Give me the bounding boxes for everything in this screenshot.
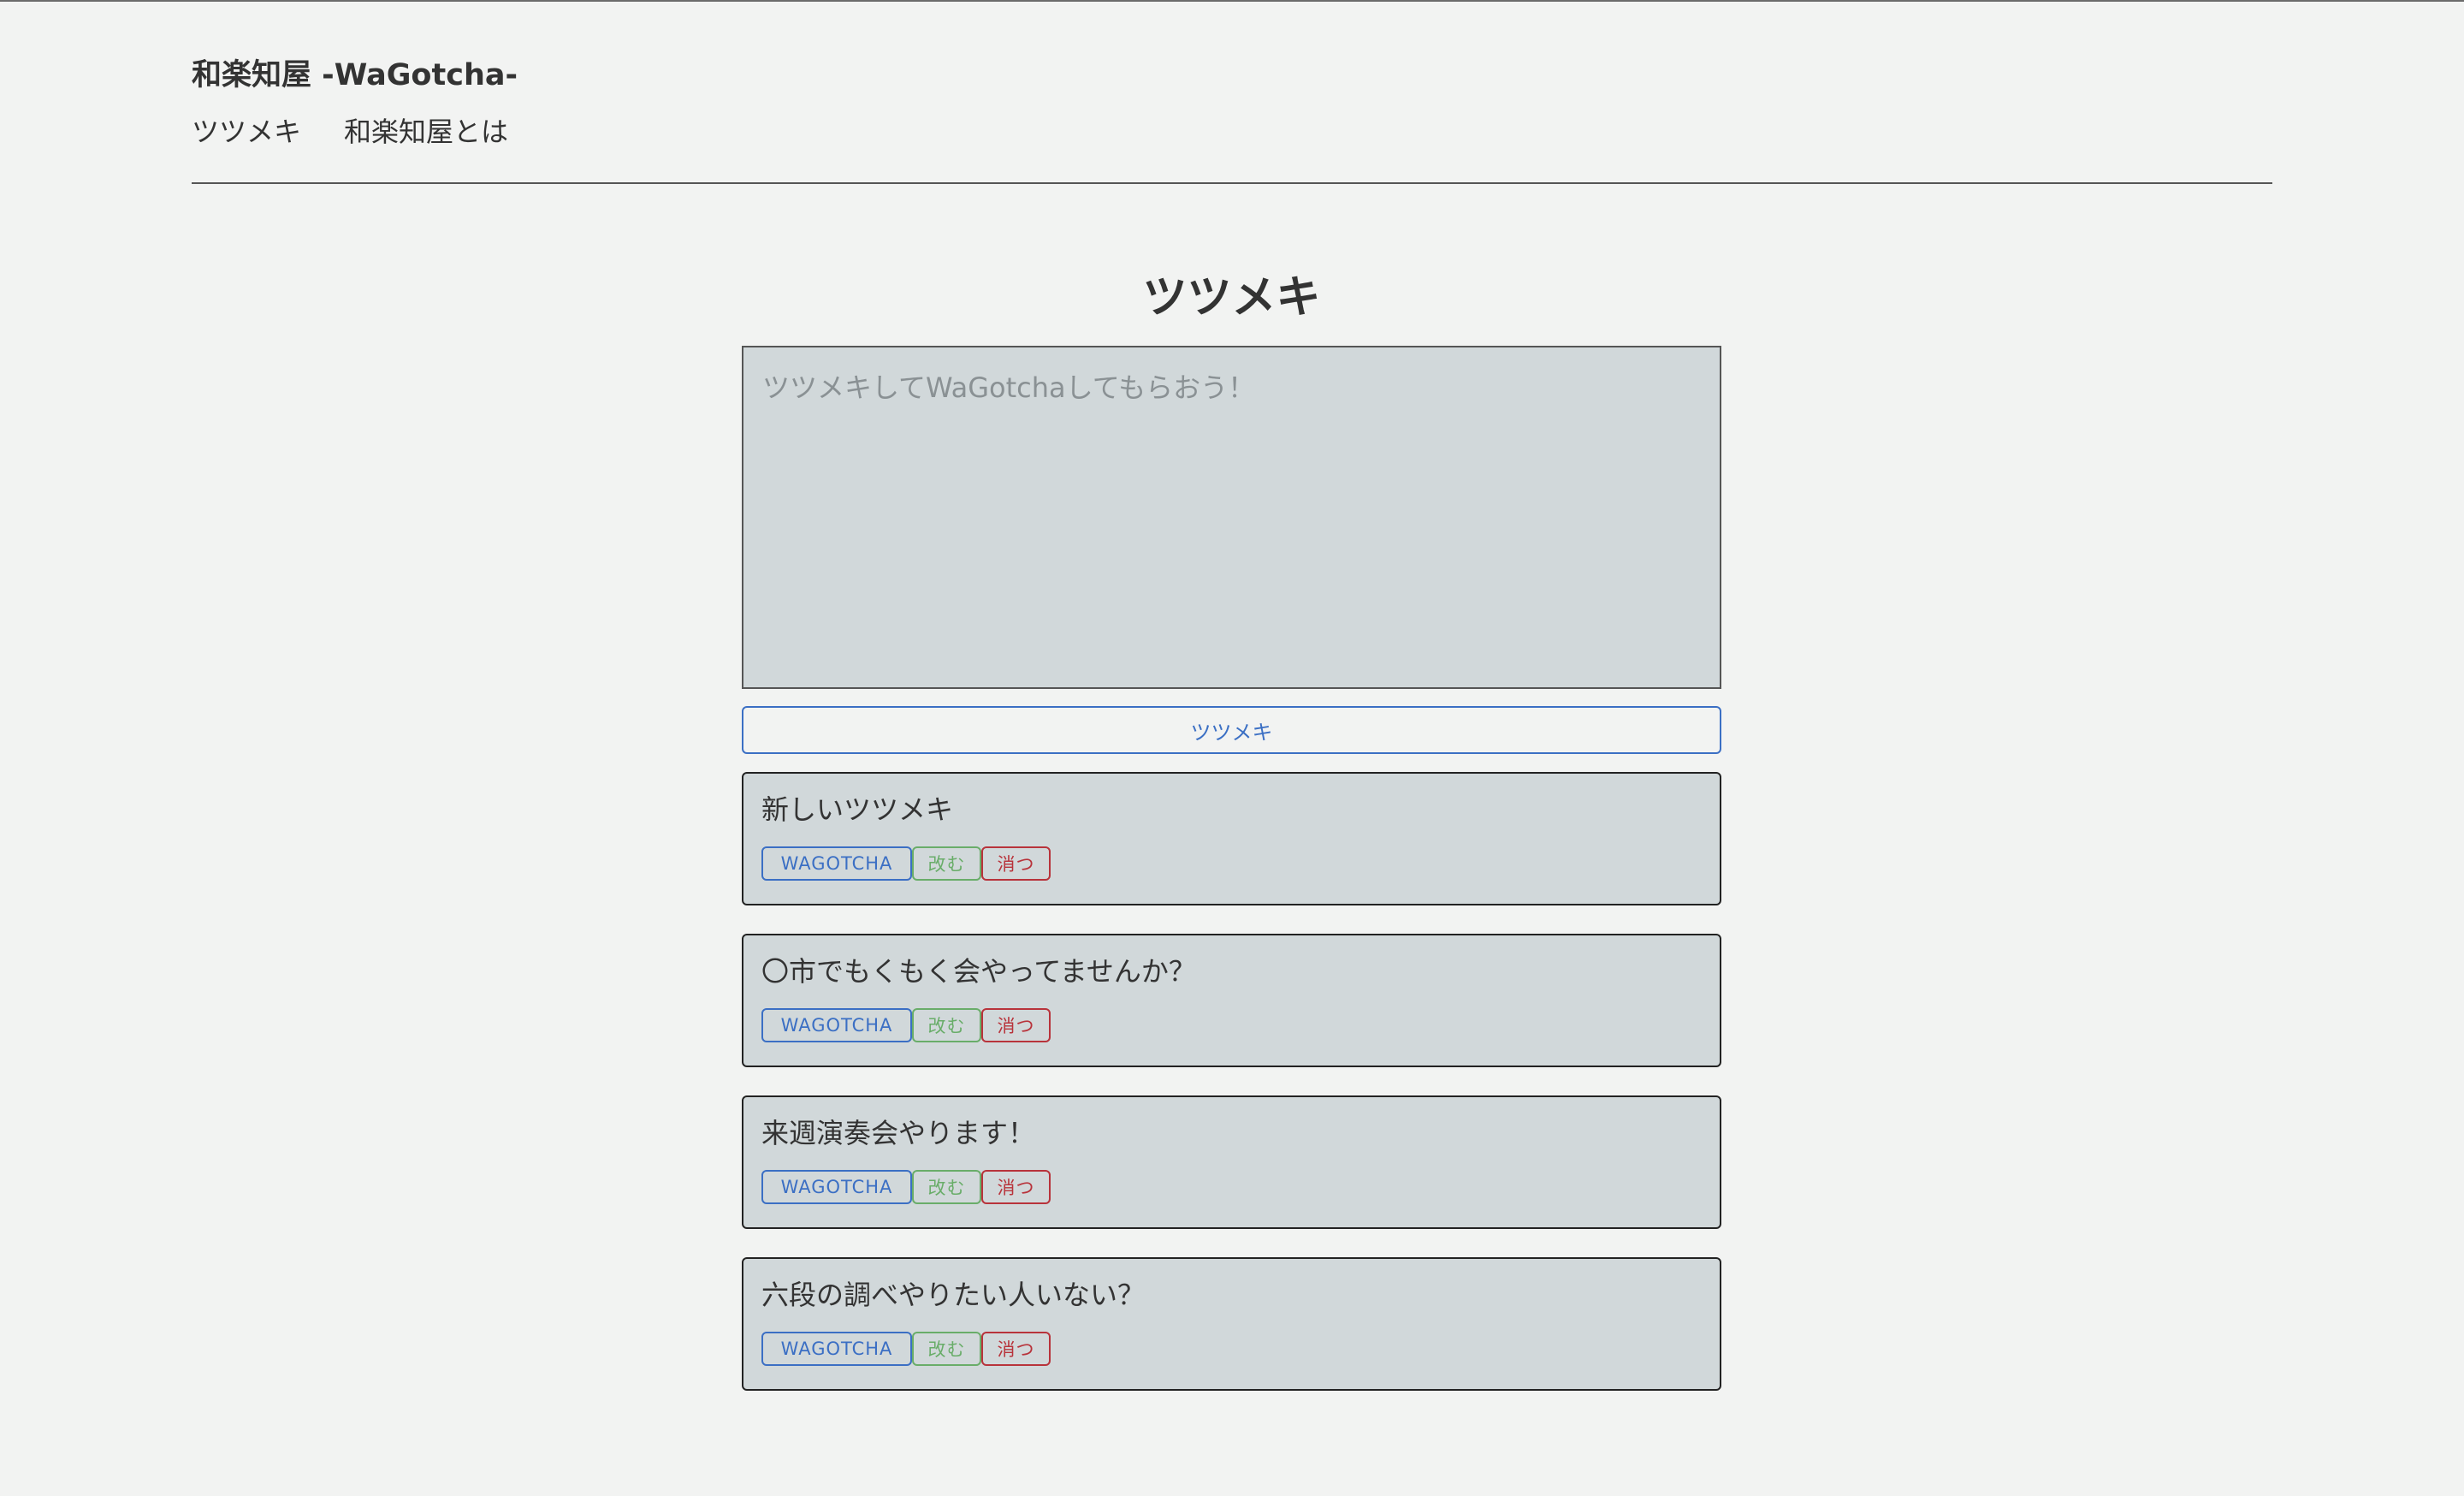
header-divider — [192, 182, 2272, 184]
post-actions: WAGOTCHA 改む 消つ — [761, 1332, 1702, 1366]
compose-textarea[interactable] — [742, 346, 1721, 689]
top-border — [0, 0, 2464, 2]
edit-button[interactable]: 改む — [912, 846, 981, 881]
post-actions: WAGOTCHA 改む 消つ — [761, 1008, 1702, 1042]
nav-link-about[interactable]: 和楽知屋とは — [344, 110, 508, 150]
post-text: 六段の調べやりたい人いない？ — [761, 1279, 1146, 1311]
post-text: 新しいツツメキ — [761, 793, 954, 826]
page-title: ツツメキ — [1142, 272, 1321, 324]
delete-button[interactable]: 消つ — [981, 1008, 1051, 1042]
post-card: 〇市でもくもく会やってませんか？ WAGOTCHA 改む 消つ — [742, 934, 1721, 1067]
delete-button[interactable]: 消つ — [981, 1170, 1051, 1204]
post-text: 来週演奏会やります！ — [761, 1117, 1036, 1149]
edit-button[interactable]: 改む — [912, 1170, 981, 1204]
main-nav: ツツメキ 和楽知屋とは — [192, 111, 2272, 149]
post-card: 新しいツツメキ WAGOTCHA 改む 消つ — [742, 772, 1721, 905]
post-text: 〇市でもくもく会やってませんか？ — [761, 955, 1196, 988]
post-card: 六段の調べやりたい人いない？ WAGOTCHA 改む 消つ — [742, 1257, 1721, 1391]
post-card: 来週演奏会やります！ WAGOTCHA 改む 消つ — [742, 1095, 1721, 1229]
post-actions: WAGOTCHA 改む 消つ — [761, 846, 1702, 881]
wagotcha-button[interactable]: WAGOTCHA — [761, 1008, 912, 1042]
submit-tsutsumeki-button[interactable]: ツツメキ — [742, 706, 1721, 754]
post-actions: WAGOTCHA 改む 消つ — [761, 1170, 1702, 1204]
wagotcha-button[interactable]: WAGOTCHA — [761, 1332, 912, 1366]
site-title[interactable]: 和楽知屋 -WaGotcha- — [192, 51, 2272, 99]
delete-button[interactable]: 消つ — [981, 846, 1051, 881]
main-content: ツツメキ ツツメキ 新しいツツメキ WAGOTCHA 改む 消つ 〇市でもくもく… — [742, 257, 1721, 1391]
site-header: 和楽知屋 -WaGotcha- ツツメキ 和楽知屋とは — [192, 51, 2272, 149]
nav-link-tsutsumeki[interactable]: ツツメキ — [192, 110, 301, 150]
edit-button[interactable]: 改む — [912, 1332, 981, 1366]
delete-button[interactable]: 消つ — [981, 1332, 1051, 1366]
wagotcha-button[interactable]: WAGOTCHA — [761, 846, 912, 881]
wagotcha-button[interactable]: WAGOTCHA — [761, 1170, 912, 1204]
edit-button[interactable]: 改む — [912, 1008, 981, 1042]
